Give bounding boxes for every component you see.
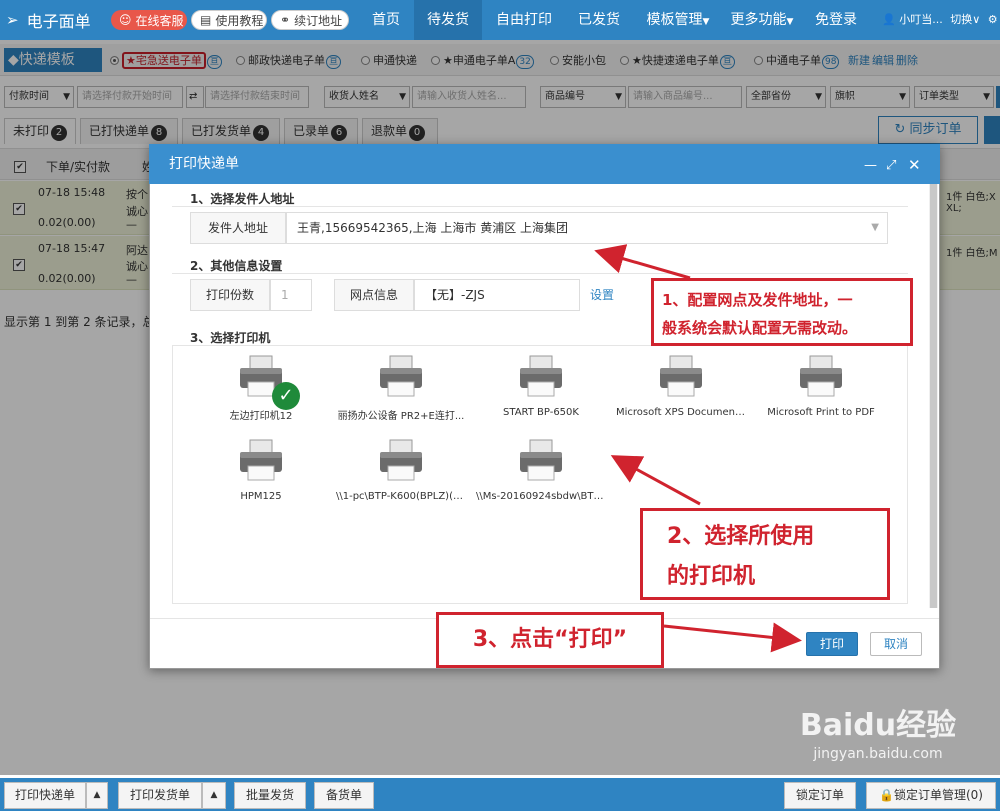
annotation-step3: 3、点击“打印” — [436, 612, 664, 668]
batch-ship-button[interactable]: 批量发货 — [234, 782, 306, 809]
caret-up-icon[interactable]: ▲ — [202, 782, 226, 809]
arrow-to-print — [663, 622, 802, 653]
print-express-button[interactable]: 打印快递单 — [4, 782, 86, 809]
baidu-watermark: Baidu经验 jingyan.baidu.com — [799, 708, 957, 762]
arrow-to-sender — [594, 244, 691, 280]
lock-icon: 🔒 — [879, 788, 894, 802]
annotation-step1: 1、配置网点及发件地址，一 般系统会默认配置无需改动。 — [651, 278, 913, 346]
stock-list-button[interactable]: 备货单 — [314, 782, 374, 809]
arrow-to-printers — [610, 455, 701, 506]
annotation-step2: 2、选择所使用 的打印机 — [640, 508, 890, 600]
print-delivery-button[interactable]: 打印发货单 — [118, 782, 202, 809]
lock-mgmt-button[interactable]: 🔒锁定订单管理(0) — [866, 782, 996, 809]
lock-order-button[interactable]: 锁定订单 — [784, 782, 856, 809]
annotation-arrows — [594, 244, 802, 653]
caret-up-icon[interactable]: ▲ — [86, 782, 108, 809]
